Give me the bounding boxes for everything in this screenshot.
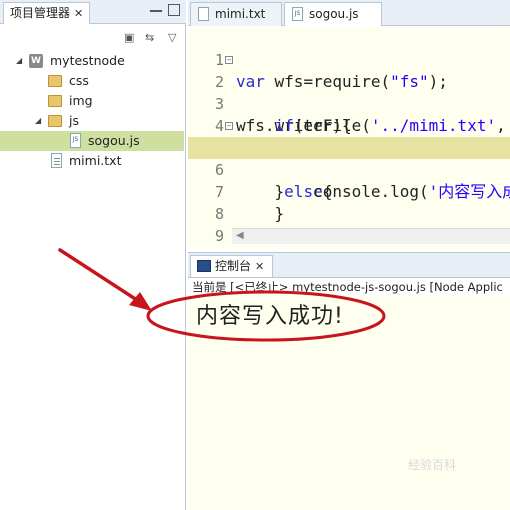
code-line-highlighted: 6 console.log('内容写入成	[188, 137, 510, 201]
code-line: 2 − wfs.writeFile('../mimi.txt',	[188, 49, 510, 135]
code-line: 4 console.log('内容写入失	[188, 93, 510, 157]
expanded-arrow-icon[interactable]: ◢	[16, 51, 22, 71]
maximize-icon[interactable]	[168, 4, 180, 16]
folder-icon	[48, 95, 62, 107]
tree-item-label: css	[69, 73, 89, 88]
js-file-icon: JS	[70, 133, 81, 148]
code-line: 5 − }else{	[188, 115, 510, 201]
close-icon[interactable]: ✕	[255, 260, 264, 273]
text-file-icon	[51, 153, 62, 168]
console-icon	[197, 260, 211, 272]
text-file-icon	[198, 7, 209, 21]
expanded-arrow-icon[interactable]: ◢	[35, 111, 41, 131]
console-output-text: 内容写入成功!	[196, 304, 344, 329]
js-file-icon: JS	[292, 7, 303, 21]
project-icon: W	[29, 54, 43, 68]
minimize-icon[interactable]	[150, 4, 162, 12]
tab-console-label: 控制台	[215, 259, 252, 273]
tab-label: mimi.txt	[215, 7, 266, 21]
code-editor[interactable]: 1 var wfs=require("fs"); 2 − wfs.writeFi…	[188, 27, 510, 249]
tree-item-folder[interactable]: ◢ js	[0, 111, 184, 131]
code-line: 9	[188, 203, 510, 245]
fold-toggle-icon[interactable]: −	[225, 122, 233, 130]
console-output-area[interactable]: 内容写入成功!	[188, 296, 510, 510]
tree-item-label: mytestnode	[50, 53, 125, 68]
console-tabbar: 控制台 ✕	[188, 252, 510, 278]
line-number: 9	[214, 227, 224, 245]
tree-item-label: js	[69, 113, 79, 128]
project-explorer-panel: 项目管理器 ✕ ▣ ⇆ ▽ ◢ W mytestnode css img ◢ js…	[0, 0, 186, 510]
code-line: 8 })	[188, 181, 510, 245]
horizontal-scrollbar[interactable]: ◀	[232, 228, 510, 244]
project-explorer-toolbar: ▣ ⇆ ▽	[0, 26, 186, 48]
tab-console[interactable]: 控制台 ✕	[190, 255, 274, 277]
scroll-left-arrow-icon[interactable]: ◀	[236, 230, 244, 241]
tree-item-label: mimi.txt	[69, 153, 122, 168]
tree-item-label: sogou.js	[88, 133, 140, 148]
fold-toggle-icon[interactable]: −	[225, 56, 233, 64]
tab-project-explorer-label: 项目管理器	[10, 6, 71, 20]
tab-mimi-txt[interactable]: mimi.txt	[190, 2, 282, 26]
tab-label: sogou.js	[309, 7, 359, 21]
tree-item-folder[interactable]: img	[0, 91, 184, 111]
link-with-editor-icon[interactable]: ⇆	[145, 31, 154, 44]
tree-item-project[interactable]: ◢ W mytestnode	[0, 51, 184, 71]
collapse-all-icon[interactable]: ▣	[124, 31, 134, 44]
code-line: 3 if(err){	[188, 71, 510, 135]
console-status: 当前是 [<已终止> mytestnode-js-sogou.js [Node …	[188, 278, 510, 296]
code-line: 7 }	[188, 159, 510, 223]
editor-tabbar: mimi.txt JS sogou.js ✕	[188, 0, 510, 43]
folder-icon	[48, 75, 62, 87]
tree-item-file-selected[interactable]: JS sogou.js	[0, 131, 184, 151]
close-icon[interactable]: ✕	[74, 7, 83, 20]
view-menu-icon[interactable]: ▽	[168, 31, 176, 44]
watermark: 经验百科	[408, 458, 457, 472]
project-explorer-tabbar: 项目管理器 ✕	[0, 0, 186, 24]
folder-open-icon	[48, 115, 62, 127]
tree-item-label: img	[69, 93, 93, 108]
tree-item-file[interactable]: mimi.txt	[0, 151, 184, 171]
tree-item-folder[interactable]: css	[0, 71, 184, 91]
tab-project-explorer[interactable]: 项目管理器 ✕	[3, 2, 91, 24]
tab-sogou-js[interactable]: JS sogou.js ✕	[284, 2, 382, 43]
code-line: 1 var wfs=require("fs");	[188, 27, 510, 91]
